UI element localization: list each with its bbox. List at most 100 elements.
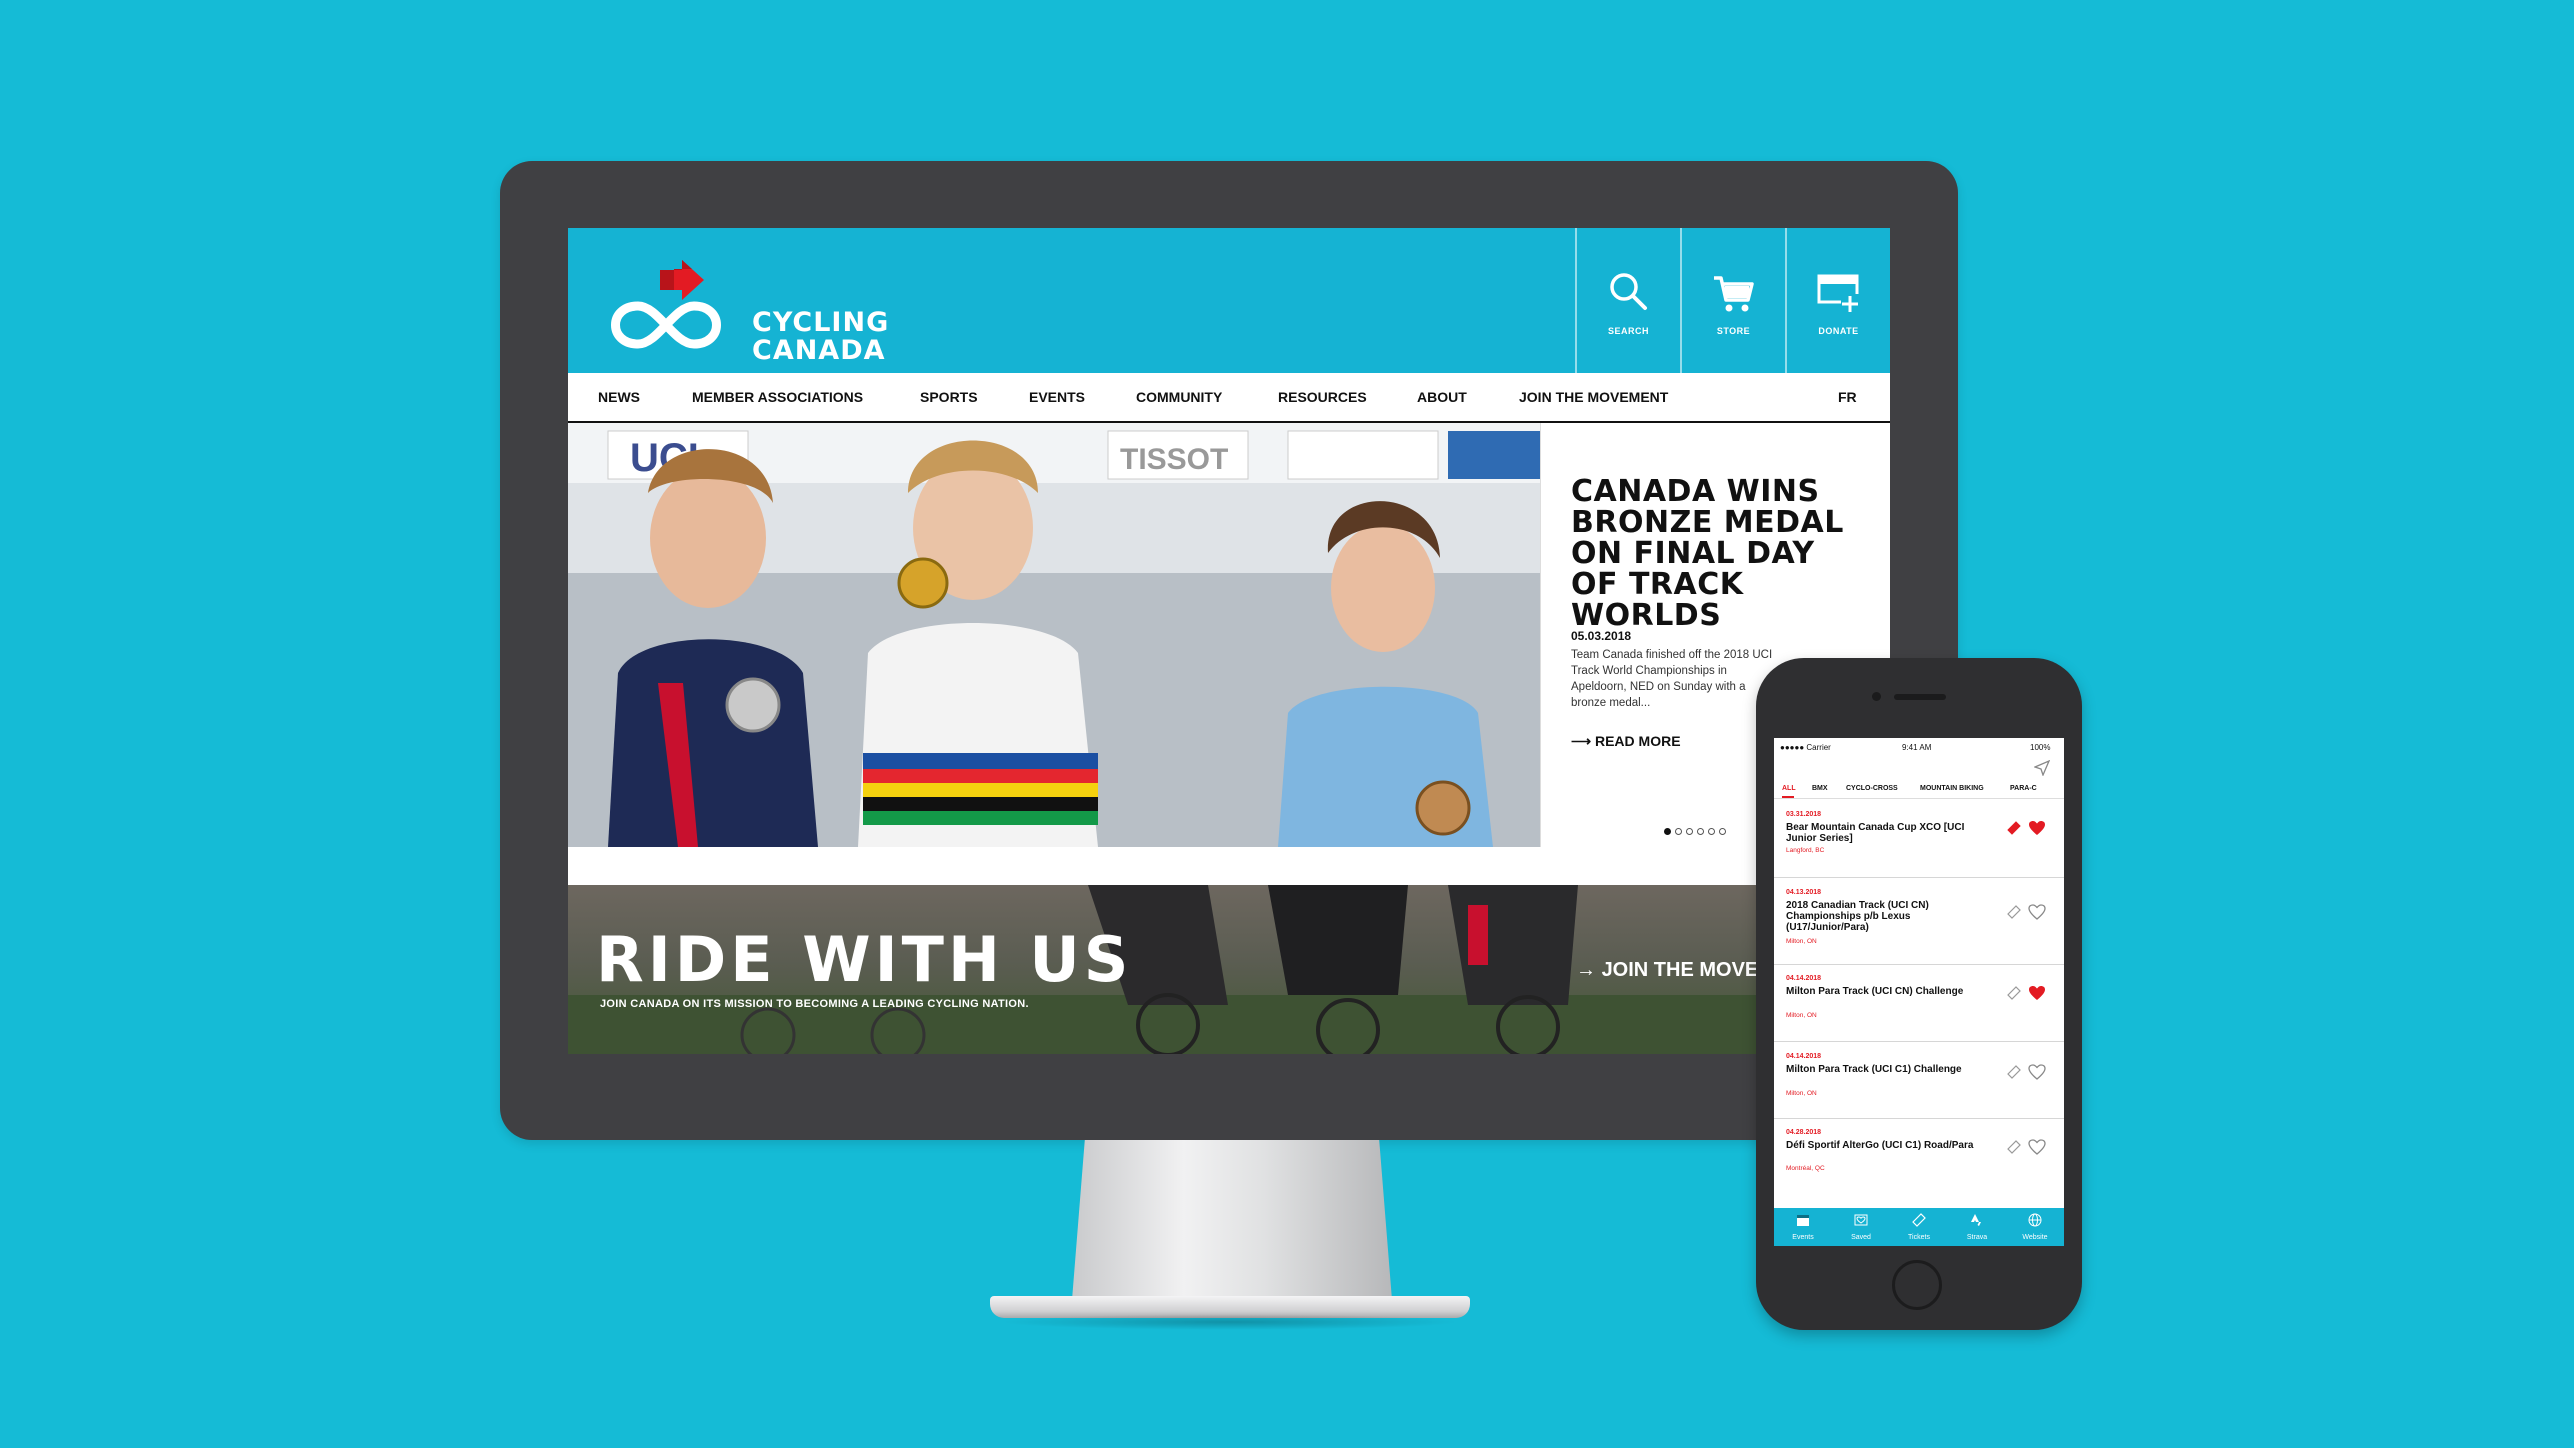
tabbar-label: Events [1792, 1234, 1814, 1241]
cycling-canada-logo[interactable]: CYCLING CANADA [598, 248, 888, 365]
event-list-item[interactable]: 04.13.2018 2018 Canadian Track (UCI CN) … [1774, 878, 2064, 965]
carousel-dot[interactable] [1675, 828, 1682, 835]
search-label: SEARCH [1607, 326, 1649, 336]
tabbar-events[interactable]: Events [1774, 1208, 1832, 1246]
calendar-icon [1797, 1215, 1809, 1226]
event-name: Milton Para Track (UCI C1) Challenge [1786, 1064, 1962, 1075]
tabbar-tickets[interactable]: Tickets [1890, 1208, 1948, 1246]
front-camera [1872, 692, 1881, 701]
tabbar-label: Website [2022, 1234, 2048, 1241]
nav-community[interactable]: COMMUNITY [1136, 389, 1222, 405]
location-arrow-icon[interactable] [2034, 760, 2050, 776]
nav-member-associations[interactable]: MEMBER ASSOCIATIONS [692, 389, 863, 405]
event-location: Milton, ON [1786, 1012, 1817, 1019]
nav-resources[interactable]: RESOURCES [1278, 389, 1367, 405]
tabbar-strava[interactable]: Strava [1948, 1208, 2006, 1246]
event-location: Milton, ON [1786, 938, 1817, 945]
event-date: 04.14.2018 [1786, 975, 1822, 982]
hero-photo: UCI TISSOT [568, 423, 1540, 847]
feature-title[interactable]: CANADA WINS BRONZE MEDAL ON FINAL DAY OF… [1571, 476, 1871, 631]
strava-icon [1971, 1214, 1981, 1226]
podium-photo-illustration: UCI TISSOT [568, 423, 1540, 847]
ticket-icon[interactable] [2006, 904, 2022, 920]
carousel-dot[interactable] [1708, 828, 1715, 835]
carousel-dot[interactable] [1697, 828, 1704, 835]
carousel-dot[interactable] [1664, 828, 1671, 835]
search-icon [1610, 273, 1647, 310]
donate-button[interactable]: DONATE [1785, 228, 1890, 373]
ticket-icon[interactable] [2006, 985, 2022, 1001]
nav-join-the-movement[interactable]: JOIN THE MOVEMENT [1519, 389, 1668, 405]
main-nav: NEWS MEMBER ASSOCIATIONS SPORTS EVENTS C… [568, 373, 1890, 423]
event-date: 04.13.2018 [1786, 889, 1822, 896]
nav-about[interactable]: ABOUT [1417, 389, 1467, 405]
event-location: Langford, BC [1786, 847, 1825, 854]
heart-outline-icon[interactable] [2028, 904, 2046, 920]
home-button[interactable] [1892, 1260, 1942, 1310]
donate-icon [1817, 274, 1859, 312]
carousel-dots [1664, 822, 1730, 840]
heart-filled-icon[interactable] [2028, 985, 2046, 1001]
tab-cyclo-cross[interactable]: CYCLO-CROSS [1846, 785, 1898, 792]
search-button[interactable]: SEARCH [1575, 228, 1680, 373]
event-name: Défi Sportif AlterGo (UCI C1) Road/Para [1786, 1140, 1974, 1151]
battery-text: 100% [2030, 743, 2051, 752]
read-more-label: READ MORE [1594, 733, 1681, 749]
ticket-icon[interactable] [2006, 1064, 2022, 1080]
event-location: Montréal, QC [1786, 1165, 1825, 1172]
event-location: Milton, ON [1786, 1090, 1817, 1097]
event-list-item[interactable]: 04.14.2018 Milton Para Track (UCI C1) Ch… [1774, 1042, 2064, 1119]
logo-wordmark: CYCLING CANADA [752, 309, 889, 365]
event-name: 2018 Canadian Track (UCI CN) Championshi… [1786, 900, 1929, 933]
tabbar-label: Strava [1966, 1234, 1988, 1241]
ticket-icon[interactable] [2006, 820, 2022, 836]
event-list-item[interactable]: 03.31.2018 Bear Mountain Canada Cup XCO … [1774, 799, 2064, 878]
heart-outline-icon[interactable] [2028, 1139, 2046, 1155]
carousel-dot[interactable] [1719, 828, 1726, 835]
globe-icon [2028, 1213, 2042, 1227]
event-date: 03.31.2018 [1786, 811, 1822, 818]
store-button[interactable]: STORE [1680, 228, 1785, 373]
read-more-link[interactable]: ⟶ READ MORE [1571, 733, 1681, 750]
cart-icon [1714, 276, 1754, 312]
nav-news[interactable]: NEWS [598, 389, 640, 405]
infinity-logo-icon [611, 260, 721, 349]
clock-text: 9:41 AM [1902, 743, 1932, 752]
nav-events[interactable]: EVENTS [1029, 389, 1085, 405]
app-tab-bar: Events Saved Tickets Strava Website [1774, 1208, 2064, 1246]
tab-bmx[interactable]: BMX [1812, 785, 1828, 792]
nav-sports[interactable]: SPORTS [920, 389, 978, 405]
event-date: 04.14.2018 [1786, 1053, 1822, 1060]
desktop-monitor: CYCLING CANADA SEARCH STORE DONATE NEWS … [500, 161, 1958, 1140]
ride-title: RIDE WITH US [596, 923, 1133, 996]
store-label: STORE [1716, 326, 1751, 336]
ride-subtitle: JOIN CANADA ON ITS MISSION TO BECOMING A… [600, 998, 1029, 1010]
donate-label: DONATE [1818, 326, 1859, 336]
sport-filter-tabs: ALL BMX CYCLO-CROSS MOUNTAIN BIKING PARA… [1774, 780, 2064, 799]
arrow-right-icon: → [1576, 959, 1596, 981]
language-toggle[interactable]: FR [1838, 389, 1857, 405]
mobile-phone: ●●●●● Carrier 9:41 AM 100% ALL BMX CYCLO… [1756, 658, 2082, 1330]
tabbar-website[interactable]: Website [2006, 1208, 2064, 1246]
tab-mountain-biking[interactable]: MOUNTAIN BIKING [1920, 785, 1984, 792]
carousel-dot[interactable] [1686, 828, 1693, 835]
event-list-item[interactable]: 04.28.2018 Défi Sportif AlterGo (UCI C1)… [1774, 1119, 2064, 1207]
feature-date: 05.03.2018 [1571, 629, 1632, 643]
stand-shadow [1000, 1314, 1460, 1330]
heart-filled-icon[interactable] [2028, 820, 2046, 836]
event-list-item[interactable]: 04.14.2018 Milton Para Track (UCI CN) Ch… [1774, 965, 2064, 1042]
ticket-icon[interactable] [2006, 1139, 2022, 1155]
arrow-right-icon: ⟶ [1571, 733, 1592, 749]
tabbar-saved[interactable]: Saved [1832, 1208, 1890, 1246]
logo-line-2: CANADA [752, 335, 886, 366]
event-name: Bear Mountain Canada Cup XCO [UCI Junior… [1786, 822, 1965, 844]
tab-all[interactable]: ALL [1782, 785, 1796, 792]
tab-para-cycling[interactable]: PARA-C [2010, 785, 2037, 792]
tabbar-label: Tickets [1908, 1234, 1930, 1241]
heart-outline-icon[interactable] [2028, 1064, 2046, 1080]
feature-excerpt: Team Canada finished off the 2018 UCI Tr… [1571, 649, 1773, 709]
ticket-icon [1912, 1213, 1926, 1227]
heart-icon [1854, 1214, 1868, 1226]
active-tab-indicator [1782, 796, 1794, 798]
app-screen: ●●●●● Carrier 9:41 AM 100% ALL BMX CYCLO… [1774, 738, 2064, 1246]
